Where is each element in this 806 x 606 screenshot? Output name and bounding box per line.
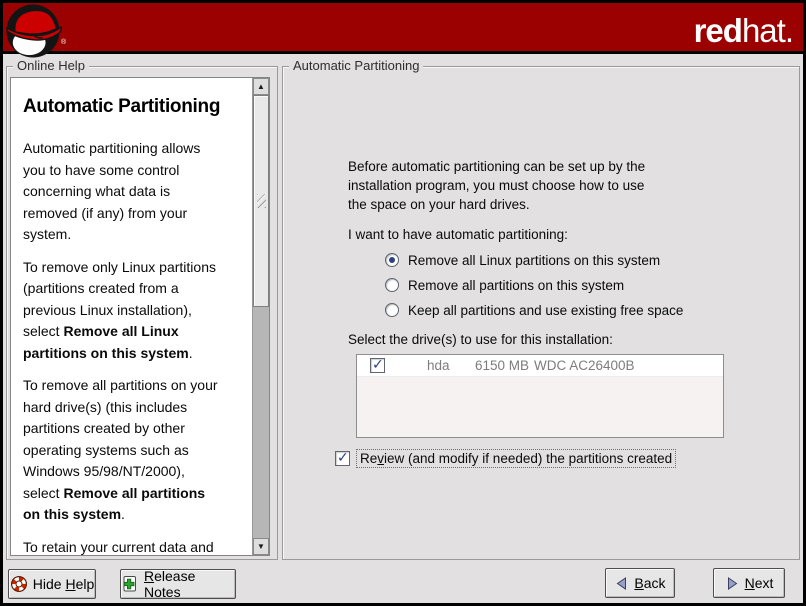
online-help-frame-label: Online Help xyxy=(13,58,89,73)
radio-keep-all[interactable]: Keep all partitions and use existing fre… xyxy=(385,301,683,319)
help-paragraph-1: Automatic partitioning allows you to hav… xyxy=(23,138,248,246)
online-help-panel: Online Help Automatic Partitioning Autom… xyxy=(6,66,278,560)
main-frame-label: Automatic Partitioning xyxy=(289,58,423,73)
scrollbar-thumb[interactable] xyxy=(253,95,269,307)
automatic-partitioning-panel: Automatic Partitioning Before automatic … xyxy=(282,66,800,560)
drive-checkbox[interactable] xyxy=(370,358,385,373)
help-text: Automatic Partitioning Automatic partiti… xyxy=(11,78,252,555)
help-title: Automatic Partitioning xyxy=(23,96,248,118)
radio-button-icon[interactable] xyxy=(385,278,399,292)
intro-text: Before automatic partitioning can be set… xyxy=(348,157,645,214)
radio-remove-linux[interactable]: Remove all Linux partitions on this syst… xyxy=(385,251,683,269)
hide-help-button[interactable]: Hide Help xyxy=(8,569,96,599)
release-notes-button[interactable]: Release Notes xyxy=(120,569,236,599)
help-paragraph-3: To remove all partitions on your hard dr… xyxy=(23,375,248,526)
scroll-down-icon[interactable]: ▼ xyxy=(253,538,269,555)
review-checkbox-label: Review (and modify if needed) the partit… xyxy=(356,449,676,468)
drive-row-hda[interactable]: hda 6150 MB WDC AC26400B xyxy=(357,355,723,377)
header-banner: ® redhat. xyxy=(3,3,803,54)
scroll-up-icon[interactable]: ▲ xyxy=(253,78,269,95)
hide-help-label: Hide Help xyxy=(33,576,95,592)
next-label: Next xyxy=(745,575,774,591)
back-button[interactable]: Back xyxy=(605,568,675,598)
installer-window: ® redhat. Online Help Automatic Partitio… xyxy=(0,0,806,606)
registered-trademark: ® xyxy=(61,39,66,46)
drive-model: WDC AC26400B xyxy=(534,358,635,373)
release-notes-icon xyxy=(121,575,139,593)
review-partitions-option[interactable]: Review (and modify if needed) the partit… xyxy=(335,449,676,468)
wordmark-hat: hat xyxy=(742,12,785,49)
wordmark-dot: . xyxy=(785,12,793,49)
drive-device: hda xyxy=(427,358,450,373)
lifebuoy-icon xyxy=(10,575,28,593)
drive-list[interactable]: hda 6150 MB WDC AC26400B xyxy=(356,354,724,438)
next-button[interactable]: Next xyxy=(713,568,785,598)
redhat-wordmark: redhat. xyxy=(694,12,793,50)
arrow-right-icon xyxy=(725,576,740,591)
partitioning-radio-group: Remove all Linux partitions on this syst… xyxy=(385,251,683,326)
release-notes-label: Release Notes xyxy=(144,568,235,600)
radio-button-icon[interactable] xyxy=(385,303,399,317)
radio-remove-all[interactable]: Remove all partitions on this system xyxy=(385,276,683,294)
drive-select-label: Select the drive(s) to use for this inst… xyxy=(348,332,613,347)
help-paragraph-4-clipped: To retain your current data and xyxy=(23,537,248,556)
question-label: I want to have automatic partitioning: xyxy=(348,227,568,242)
scrollbar-grip xyxy=(257,194,266,208)
radio-button-icon[interactable] xyxy=(385,253,399,267)
arrow-left-icon xyxy=(614,576,629,591)
help-paragraph-2: To remove only Linux partitions (partiti… xyxy=(23,257,248,365)
help-scrollbar[interactable]: ▲ ▼ xyxy=(252,78,269,555)
wordmark-red: red xyxy=(694,12,742,49)
review-checkbox[interactable] xyxy=(335,451,350,466)
help-content-area: Automatic Partitioning Automatic partiti… xyxy=(10,77,270,556)
back-label: Back xyxy=(634,575,665,591)
redhat-shadowman-logo xyxy=(5,3,63,59)
drive-size: 6150 MB xyxy=(475,358,529,373)
